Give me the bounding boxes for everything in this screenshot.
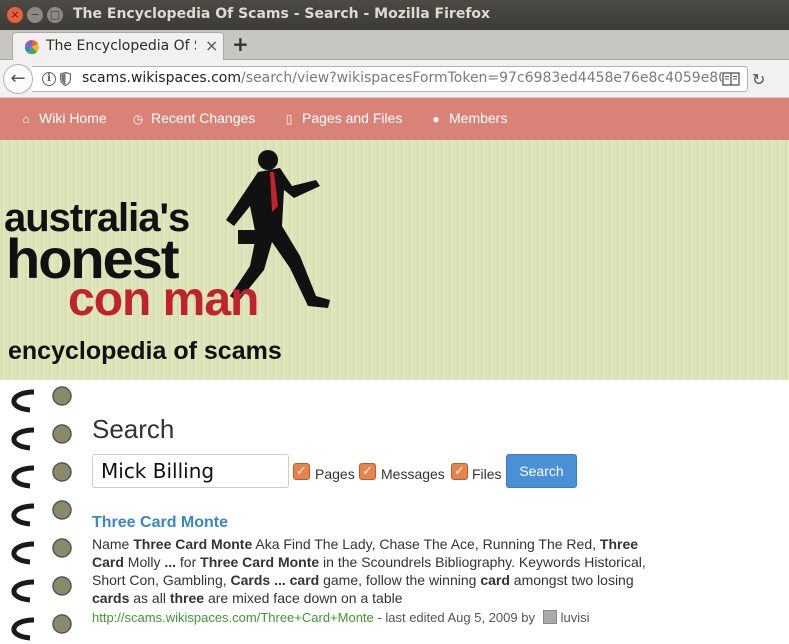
user-avatar-icon <box>542 610 557 624</box>
tab-close-icon[interactable]: × <box>205 36 218 55</box>
search-button[interactable]: Search <box>506 454 577 488</box>
spiral-binding-decoration <box>0 380 80 644</box>
search-input[interactable] <box>92 454 289 488</box>
user-icon: ● <box>432 112 440 126</box>
result-meta: http://scams.wikispaces.com/Three+Card+M… <box>92 610 590 625</box>
file-icon: ▯ <box>285 112 293 126</box>
browser-tab[interactable]: The Encyclopedia Of Scams - Search × <box>12 32 224 61</box>
url-path: /search/view?wikispacesFormToken=97c6983… <box>241 70 722 86</box>
pages-checkbox-label: Pages <box>315 466 355 482</box>
nav-recent-changes[interactable]: ◷ Recent Changes <box>131 110 256 126</box>
nav-label: Recent Changes <box>151 110 256 126</box>
nav-members[interactable]: ● Members <box>429 110 507 126</box>
clock-icon: ◷ <box>132 112 144 126</box>
tab-strip: The Encyclopedia Of Scams - Search × + <box>0 30 789 61</box>
home-icon: ⌂ <box>22 112 30 126</box>
window-title: The Encyclopedia Of Scams - Search - Moz… <box>73 6 491 22</box>
site-nav: ⌂ Wiki Home ◷ Recent Changes ▯ Pages and Fi… <box>0 98 789 140</box>
url-bar[interactable]: i scams.wikispaces.com/search/view?wikis… <box>32 66 748 92</box>
site-banner: australia's honest con man encyclopedia … <box>0 140 789 380</box>
result-title-link[interactable]: Three Card Monte <box>92 514 228 532</box>
url-text[interactable]: scams.wikispaces.com/search/view?wikispa… <box>82 70 722 86</box>
result-edited-text: - last edited Aug 5, 2009 by <box>377 610 535 625</box>
tab-title: The Encyclopedia Of Scams - Search <box>46 38 196 54</box>
info-icon[interactable]: i <box>42 72 56 86</box>
files-checkbox-label: Files <box>472 466 502 482</box>
search-heading: Search <box>92 414 175 444</box>
nav-wiki-home[interactable]: ⌂ Wiki Home <box>19 110 107 126</box>
result-url-link[interactable]: http://scams.wikispaces.com/Three+Card+M… <box>92 610 374 625</box>
logo-text-line4: encyclopedia of scams <box>8 337 282 365</box>
shield-icon[interactable] <box>60 72 71 86</box>
nav-label: Pages and Files <box>302 110 403 126</box>
messages-checkbox-label: Messages <box>381 466 445 482</box>
pages-checkbox[interactable]: ✓ <box>293 463 310 480</box>
reader-view-icon[interactable] <box>722 72 740 86</box>
nav-pages-and-files[interactable]: ▯ Pages and Files <box>282 110 403 126</box>
logo-text-line3: con man <box>68 273 259 326</box>
nav-label: Wiki Home <box>39 110 107 126</box>
result-snippet: Name Three Card Monte Aka Find The Lady,… <box>92 536 646 606</box>
window-titlebar: × − □ The Encyclopedia Of Scams - Search… <box>0 0 789 30</box>
nav-label: Members <box>449 110 508 126</box>
back-button[interactable]: ← <box>3 64 33 94</box>
new-tab-button[interactable]: + <box>232 32 249 56</box>
window-maximize-button[interactable]: □ <box>47 7 63 23</box>
navigation-bar: i scams.wikispaces.com/search/view?wikis… <box>0 60 789 98</box>
reload-icon[interactable]: ↻ <box>752 70 765 89</box>
files-checkbox[interactable]: ✓ <box>451 463 468 480</box>
messages-checkbox[interactable]: ✓ <box>359 463 376 480</box>
result-user-link[interactable]: luvisi <box>561 610 590 625</box>
url-domain: scams.wikispaces.com <box>82 70 242 86</box>
window-close-button[interactable]: × <box>7 7 23 23</box>
window-minimize-button[interactable]: − <box>27 7 43 23</box>
wikispaces-favicon-icon <box>24 39 39 55</box>
